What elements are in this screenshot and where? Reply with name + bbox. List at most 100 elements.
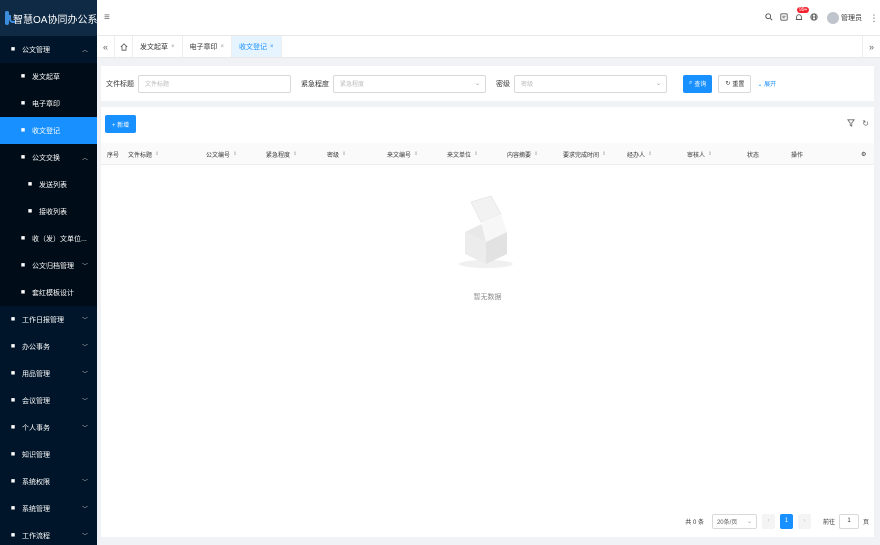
- tab-scroll-right-icon[interactable]: »: [862, 36, 880, 57]
- top-header: ≡ 99+ 管理员 ⋮: [97, 0, 880, 36]
- sidebar-item[interactable]: ■ 用品管理 ﹀: [0, 360, 97, 387]
- tab-label: 电子章印: [189, 43, 218, 51]
- sidebar-item[interactable]: ■ 电子章印: [0, 90, 97, 117]
- chevron-down-icon: ⌄: [474, 81, 480, 87]
- org-icon: ■: [20, 235, 26, 242]
- sort-icon[interactable]: ⇕: [474, 151, 478, 157]
- chevron-up-icon: ︿: [81, 48, 88, 54]
- sort-icon[interactable]: ⇕: [708, 151, 712, 157]
- header-actions: 99+ 管理员 ⋮: [761, 0, 880, 36]
- search-icon[interactable]: [761, 13, 776, 23]
- sort-icon[interactable]: ⇕: [414, 151, 418, 157]
- tab[interactable]: 收文登记 ×: [232, 36, 282, 57]
- user-name[interactable]: 管理员: [841, 13, 862, 23]
- column-header-label: 紧急程度: [266, 152, 291, 159]
- more-icon[interactable]: ⋮: [868, 13, 880, 24]
- column-settings-icon[interactable]: ⚙: [861, 143, 866, 165]
- app-logo: 智慧OA协同办公系统: [0, 0, 97, 36]
- sidebar-item[interactable]: ■ 系统管理 ﹀: [0, 495, 97, 522]
- page-size-select[interactable]: 20条/页 ⌄: [711, 513, 757, 529]
- sort-icon[interactable]: ⇕: [602, 151, 606, 157]
- sidebar-item[interactable]: ■ 公文归档管理 ﹀: [0, 252, 97, 279]
- sidebar-item[interactable]: ■ 个人事务 ﹀: [0, 414, 97, 441]
- sidebar-menu: ■ 公文管理 ︿ ■ 发文起草 ■ 电子章印 ■ 收文登记 ■ 公文交换 ︿ ■ 发送列表 ■ 接收列表 ■ 收（…: [0, 36, 97, 545]
- tab-scroll-left-icon[interactable]: «: [97, 36, 115, 57]
- tab-bar: « 发文起草 × 电子章印 × 收文登记 × »: [97, 36, 880, 58]
- close-icon[interactable]: ×: [171, 44, 175, 50]
- column-header-label: 来文单位: [447, 152, 472, 159]
- goto-input[interactable]: 1: [838, 513, 859, 529]
- refresh-icon[interactable]: ↻: [862, 119, 869, 129]
- tab[interactable]: 电子章印 ×: [183, 36, 233, 57]
- column-header[interactable]: 内容摘要 ⇕: [507, 143, 538, 165]
- column-header[interactable]: 来文单位 ⇕: [447, 143, 478, 165]
- chevron-down-icon: ﹀: [81, 318, 88, 324]
- sidebar-item[interactable]: ■ 工作日报管理 ﹀: [0, 306, 97, 333]
- sidebar-item[interactable]: ■ 知识管理: [0, 441, 97, 468]
- column-header[interactable]: 紧急程度 ⇕: [266, 143, 297, 165]
- column-header[interactable]: 文件标题 ⇕: [128, 143, 159, 165]
- sidebar-item[interactable]: ■ 办公事务 ﹀: [0, 333, 97, 360]
- file-title-input[interactable]: 文件标题: [138, 74, 291, 93]
- sidebar-item-label: 用品管理: [22, 370, 50, 378]
- sidebar-item[interactable]: ■ 接收列表: [0, 198, 97, 225]
- query-button[interactable]: ⌕ 查询: [683, 74, 713, 93]
- column-header[interactable]: 来文编号 ⇕: [387, 143, 418, 165]
- column-header[interactable]: 要求完成时间 ⇕: [563, 143, 606, 165]
- template-icon: ■: [20, 289, 26, 296]
- add-button[interactable]: + 新增: [105, 115, 137, 133]
- reset-button[interactable]: ↻ 重置: [718, 74, 752, 93]
- table-header: 序号 文件标题 ⇕ 公文编号 ⇕ 紧急程度 ⇕ 密级 ⇕ 来文编号 ⇕ 来文单位 ⇕ 内容摘要 ⇕ 要求完成时…: [101, 143, 874, 165]
- sort-icon[interactable]: ⇕: [534, 151, 538, 157]
- avatar[interactable]: [827, 12, 839, 24]
- search-icon: ⌕: [689, 80, 693, 86]
- pagination: 共 0 条 20条/页 ⌄ ‹ 1 › 前往 1 页: [685, 513, 869, 529]
- sidebar-item[interactable]: ■ 发送列表: [0, 171, 97, 198]
- sort-icon[interactable]: ⇕: [155, 151, 159, 157]
- user-icon: ■: [20, 100, 26, 107]
- filter-icon[interactable]: [847, 119, 856, 129]
- table-panel: + 新增 ↻ 序号 文件标题 ⇕ 公文编号 ⇕ 紧急程度 ⇕ 密级 ⇕ 来文编号 ⇕ 来文单位 ⇕ 内容摘…: [101, 107, 874, 537]
- sort-icon[interactable]: ⇕: [233, 151, 237, 157]
- tab[interactable]: 发文起草 ×: [133, 36, 183, 57]
- inbox-icon: ■: [27, 208, 33, 215]
- message-icon[interactable]: [776, 13, 791, 23]
- prev-page-button[interactable]: ‹: [761, 513, 775, 529]
- next-page-button[interactable]: ›: [797, 513, 811, 529]
- secret-select[interactable]: 密级 ⌄: [514, 74, 667, 93]
- urgency-select[interactable]: 紧急程度 ⌄: [333, 74, 486, 93]
- sidebar-item[interactable]: ■ 收文登记: [0, 117, 97, 144]
- page-unit: 页: [862, 519, 869, 526]
- sort-icon[interactable]: ⇕: [342, 151, 346, 157]
- notification-badge: 99+: [797, 6, 810, 13]
- sidebar-item[interactable]: ■ 套红模板设计: [0, 279, 97, 306]
- column-header[interactable]: 审核人 ⇕: [687, 143, 712, 165]
- sidebar-item[interactable]: ■ 公文交换 ︿: [0, 144, 97, 171]
- sidebar-item[interactable]: ■ 公文管理 ︿: [0, 36, 97, 63]
- close-icon[interactable]: ×: [270, 44, 274, 50]
- tab-list: 发文起草 × 电子章印 × 收文登记 ×: [133, 36, 282, 57]
- sidebar-item[interactable]: ■ 发文起草: [0, 63, 97, 90]
- sidebar-item[interactable]: ■ 收（发）文单位...: [0, 225, 97, 252]
- home-icon[interactable]: [115, 36, 133, 57]
- column-header[interactable]: 密级 ⇕: [327, 143, 346, 165]
- column-header[interactable]: 经办人 ⇕: [627, 143, 652, 165]
- sidebar-item[interactable]: ■ 系统权限 ﹀: [0, 468, 97, 495]
- globe-icon[interactable]: [806, 13, 821, 23]
- menu-fold-icon[interactable]: ≡: [104, 12, 110, 23]
- sidebar-item-label: 办公事务: [22, 343, 50, 351]
- close-icon[interactable]: ×: [221, 44, 225, 50]
- sidebar-item-label: 收（发）文单位...: [32, 235, 87, 243]
- column-header[interactable]: 公文编号 ⇕: [206, 143, 237, 165]
- expand-link[interactable]: ⌄ 展开: [757, 79, 776, 88]
- sidebar-item-label: 工作日报管理: [22, 316, 64, 324]
- sidebar-item[interactable]: ■ 会议管理 ﹀: [0, 387, 97, 414]
- sidebar-item[interactable]: ■ 工作流程 ﹀: [0, 522, 97, 545]
- column-header-label: 内容摘要: [507, 152, 532, 159]
- goto-label: 前往: [822, 519, 835, 526]
- sort-icon[interactable]: ⇕: [293, 151, 297, 157]
- page-number[interactable]: 1: [779, 513, 793, 529]
- bell-icon[interactable]: 99+: [791, 6, 810, 24]
- table-tools: ↻: [847, 119, 869, 129]
- sort-icon[interactable]: ⇕: [648, 151, 652, 157]
